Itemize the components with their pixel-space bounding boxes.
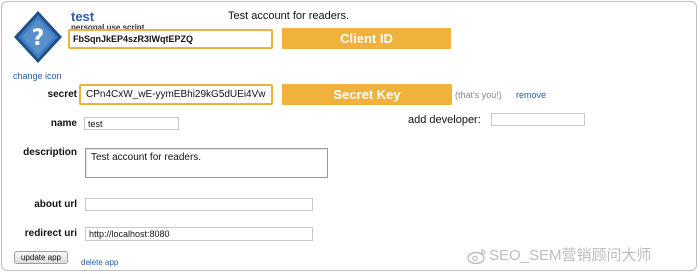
thats-you-note: (that's you!)	[455, 90, 502, 100]
about-url-label: about url	[34, 199, 77, 210]
watermark-text: SEO_SEM营销顾问大师	[489, 247, 652, 264]
secret-key-callout: Secret Key	[282, 84, 452, 105]
change-icon-link[interactable]: change icon	[13, 71, 62, 81]
about-url-input[interactable]	[85, 198, 313, 211]
app-description-heading: Test account for readers.	[228, 10, 350, 22]
delete-app-link[interactable]: delete app	[81, 258, 118, 267]
app-title: test	[71, 9, 95, 24]
redirect-uri-label: redirect uri	[24, 228, 77, 239]
add-developer-input[interactable]	[491, 113, 585, 126]
description-label: description	[23, 147, 77, 158]
svg-text:?: ?	[32, 26, 45, 51]
secret-key-value: CPn4CxW_wE-yymEBhi29kG5dUEi4Vw	[79, 84, 273, 105]
description-textarea[interactable]: Test account for readers.	[85, 148, 328, 178]
name-input[interactable]	[84, 117, 179, 130]
add-developer-label: add developer:	[408, 114, 481, 126]
redirect-uri-input[interactable]	[85, 227, 313, 241]
update-app-button[interactable]: update app	[14, 251, 68, 264]
client-id-callout: Client ID	[282, 28, 451, 49]
question-diamond-icon: ?	[14, 11, 62, 63]
client-id-value: FbSqnJkEP4szR3lWqtEPZQ	[68, 29, 273, 49]
weibo-icon	[467, 249, 486, 265]
secret-label: secret	[47, 89, 77, 100]
watermark: SEO_SEM营销顾问大师	[467, 244, 652, 265]
remove-link[interactable]: remove	[516, 90, 546, 100]
name-label: name	[50, 118, 77, 129]
